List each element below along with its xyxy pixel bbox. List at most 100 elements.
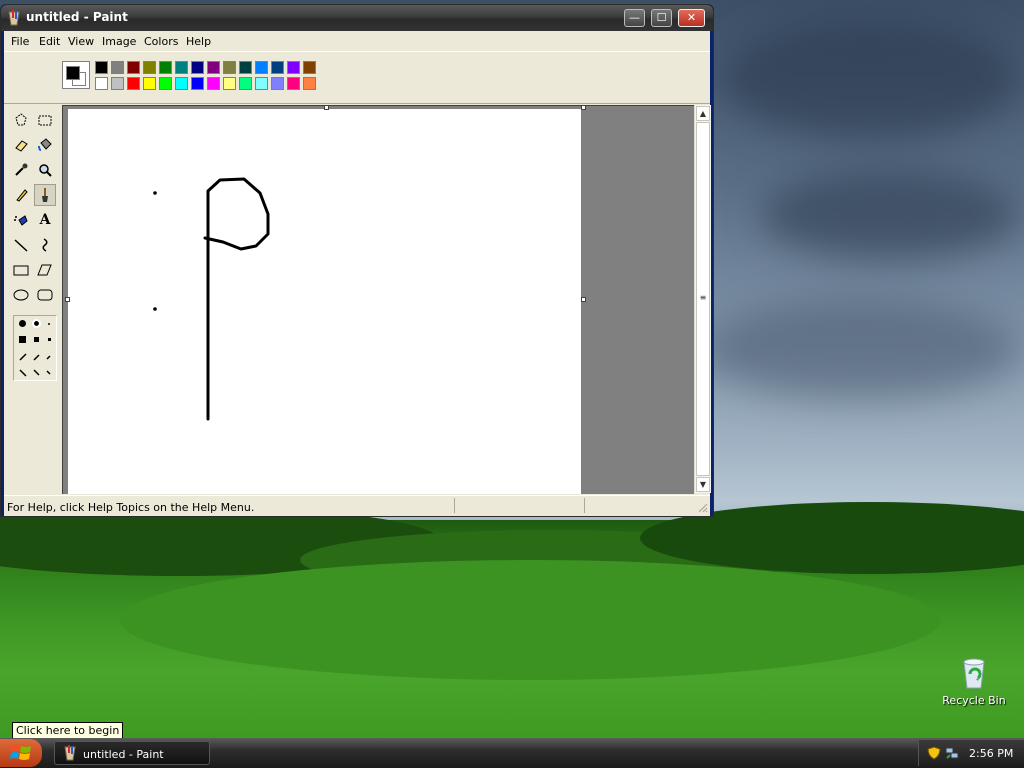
network-icon[interactable]: [945, 746, 959, 760]
color-swatch[interactable]: [127, 61, 140, 74]
tool-rounded-rectangle[interactable]: [34, 284, 56, 306]
system-tray: 2:56 PM: [918, 740, 1024, 766]
grass-hills: [0, 502, 1024, 738]
color-swatch[interactable]: [143, 61, 156, 74]
color-swatch[interactable]: [287, 61, 300, 74]
brush-option-square-medium[interactable]: [34, 337, 39, 342]
pencil-icon: [16, 189, 28, 202]
recycle-bin-icon: [963, 658, 985, 689]
tool-free-form-select[interactable]: [10, 109, 32, 131]
tool-curve[interactable]: [34, 234, 56, 256]
tool-polygon[interactable]: [34, 259, 56, 281]
color-swatch[interactable]: [191, 77, 204, 90]
eyedropper-icon: [15, 163, 28, 176]
window-title: untitled - Paint: [26, 10, 128, 24]
rectangle-icon: [13, 265, 29, 276]
tool-airbrush[interactable]: [10, 209, 32, 231]
drawing-canvas[interactable]: [68, 109, 581, 494]
color-swatch[interactable]: [223, 77, 236, 90]
current-colors[interactable]: [62, 61, 90, 89]
color-swatch[interactable]: [271, 61, 284, 74]
minimize-button[interactable]: —: [624, 9, 645, 27]
color-swatch[interactable]: [111, 61, 124, 74]
brush-option-round-medium[interactable]: [32, 319, 41, 328]
brush-option-square-large[interactable]: [19, 336, 26, 343]
color-swatch[interactable]: [207, 77, 220, 90]
scroll-down-button[interactable]: ▼: [696, 477, 710, 492]
menu-help[interactable]: Help: [186, 35, 211, 48]
tool-fill-with-color[interactable]: [34, 134, 56, 156]
foreground-color-swatch[interactable]: [66, 66, 80, 80]
color-swatch[interactable]: [127, 77, 140, 90]
brush-option-round-large[interactable]: [19, 320, 26, 327]
window-client-area: File Edit View Image Colors Help A ▲ ≡ ▼…: [4, 31, 711, 516]
tool-select[interactable]: [34, 109, 56, 131]
text-icon: A: [39, 212, 51, 228]
maximize-button[interactable]: ☐: [651, 9, 672, 27]
color-swatch[interactable]: [207, 61, 220, 74]
scroll-thumb[interactable]: ≡: [696, 122, 710, 476]
paint-window: untitled - Paint — ☐ ✕ File Edit View Im…: [0, 4, 714, 517]
color-swatch[interactable]: [255, 77, 268, 90]
color-swatch[interactable]: [175, 77, 188, 90]
tool-text[interactable]: A: [34, 209, 56, 231]
color-swatch[interactable]: [95, 61, 108, 74]
polygon-icon: [37, 264, 52, 276]
tool-rectangle[interactable]: [10, 259, 32, 281]
menu-view[interactable]: View: [68, 35, 94, 48]
color-swatch[interactable]: [287, 77, 300, 90]
tool-brush[interactable]: [34, 184, 56, 206]
color-swatch[interactable]: [191, 61, 204, 74]
taskbar-item-paint[interactable]: untitled - Paint: [54, 741, 210, 765]
tool-pick-color[interactable]: [10, 159, 32, 181]
recycle-bin-label: Recycle Bin: [942, 694, 1006, 707]
canvas-workspace: [62, 105, 694, 494]
brush-option-round-small[interactable]: [48, 323, 50, 325]
color-swatch[interactable]: [303, 61, 316, 74]
color-swatch[interactable]: [95, 77, 108, 90]
tool-pencil[interactable]: [10, 184, 32, 206]
start-button[interactable]: [0, 739, 42, 767]
resize-handle-top[interactable]: [324, 106, 329, 110]
resize-handle-right[interactable]: [581, 297, 586, 302]
close-button[interactable]: ✕: [678, 9, 705, 27]
windows-logo-icon: [10, 745, 31, 760]
recycle-bin[interactable]: Recycle Bin: [942, 656, 1006, 712]
status-separator: [454, 498, 455, 513]
color-swatch[interactable]: [143, 77, 156, 90]
color-swatch[interactable]: [271, 77, 284, 90]
color-swatch[interactable]: [255, 61, 268, 74]
clock: 2:56 PM: [969, 747, 1014, 760]
color-swatch[interactable]: [159, 77, 172, 90]
tool-magnifier[interactable]: [34, 159, 56, 181]
menu-file[interactable]: File: [11, 35, 29, 48]
menu-image[interactable]: Image: [102, 35, 136, 48]
tool-eraser[interactable]: [10, 134, 32, 156]
color-swatch[interactable]: [303, 77, 316, 90]
color-swatch[interactable]: [175, 61, 188, 74]
menu-edit[interactable]: Edit: [39, 35, 60, 48]
scroll-up-button[interactable]: ▲: [696, 106, 710, 121]
color-swatch[interactable]: [223, 61, 236, 74]
title-bar[interactable]: untitled - Paint — ☐ ✕: [1, 5, 713, 31]
airbrush-icon: [14, 215, 28, 226]
paint-app-icon: [64, 745, 76, 761]
brush-icon: [42, 188, 48, 202]
color-swatch[interactable]: [239, 61, 252, 74]
line-icon: [14, 239, 28, 252]
brush-option-square-small[interactable]: [48, 338, 51, 341]
color-swatch[interactable]: [111, 77, 124, 90]
brush-shape-options: [13, 315, 57, 381]
resize-handle-top-right[interactable]: [581, 106, 586, 110]
vertical-scrollbar[interactable]: ▲ ≡ ▼: [694, 105, 711, 493]
color-swatch[interactable]: [239, 77, 252, 90]
paint-app-icon: [8, 10, 20, 26]
menu-colors[interactable]: Colors: [144, 35, 178, 48]
security-shield-icon[interactable]: [927, 746, 941, 760]
resize-handle-left[interactable]: [65, 297, 70, 302]
resize-grip-icon[interactable]: [696, 501, 708, 513]
tool-ellipse[interactable]: [10, 284, 32, 306]
brush-option-slashes[interactable]: [16, 348, 56, 378]
color-swatch[interactable]: [159, 61, 172, 74]
tool-line[interactable]: [10, 234, 32, 256]
